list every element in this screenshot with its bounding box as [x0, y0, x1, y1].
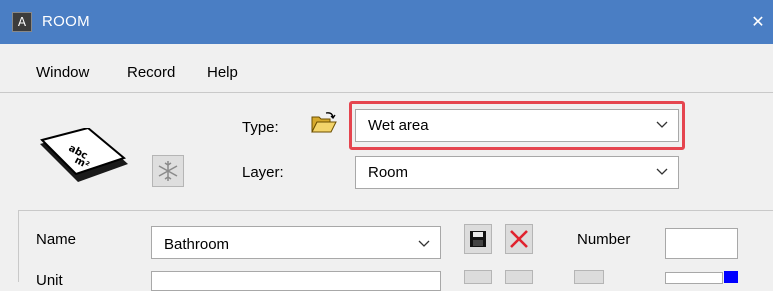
chevron-down-icon — [656, 168, 668, 175]
color-swatch[interactable] — [724, 271, 738, 283]
unit-dropdown[interactable] — [151, 271, 441, 291]
save-button[interactable] — [464, 224, 492, 254]
type-dropdown[interactable]: Wet area — [355, 109, 679, 142]
layer-value: Room — [368, 164, 409, 181]
delete-icon — [510, 230, 528, 248]
number-label: Number — [577, 231, 631, 248]
menu-bar: Window Record Help — [0, 44, 773, 93]
delete-button[interactable] — [505, 224, 533, 254]
type-label: Type: — [242, 119, 279, 136]
type-value: Wet area — [368, 117, 429, 134]
chevron-down-icon — [656, 121, 668, 128]
name-value: Bathroom — [164, 236, 230, 253]
unit-field[interactable] — [665, 272, 723, 284]
chevron-down-icon — [418, 240, 430, 247]
open-folder-icon[interactable] — [311, 112, 337, 137]
name-label: Name — [36, 231, 77, 248]
unit-edit-button[interactable] — [574, 270, 604, 284]
room-area-icon: abc m² — [38, 126, 130, 189]
number-field[interactable] — [665, 228, 738, 259]
title-bar: A ROOM ✕ — [0, 0, 773, 44]
menu-record[interactable]: Record — [127, 64, 175, 81]
menu-window[interactable]: Window — [36, 64, 89, 81]
layer-dropdown[interactable]: Room — [355, 156, 679, 189]
name-dropdown[interactable]: Bathroom — [151, 226, 441, 259]
snowflake-button[interactable] — [152, 155, 184, 187]
unit-save-button[interactable] — [464, 270, 492, 284]
unit-delete-button[interactable] — [505, 270, 533, 284]
close-button[interactable]: ✕ — [744, 8, 772, 36]
menu-help[interactable]: Help — [207, 64, 238, 81]
snowflake-icon — [158, 161, 178, 181]
save-icon — [470, 231, 486, 247]
layer-label: Layer: — [242, 164, 284, 181]
window-title: ROOM — [42, 13, 90, 30]
app-icon: A — [12, 12, 32, 32]
